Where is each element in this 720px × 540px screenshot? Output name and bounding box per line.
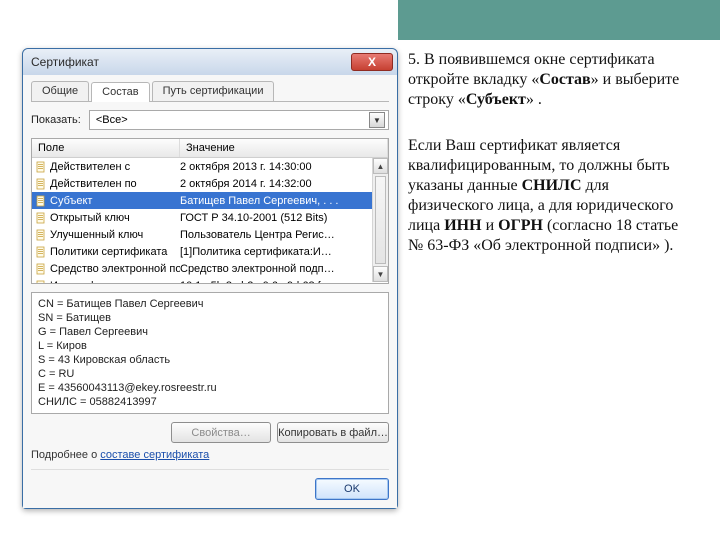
table-row[interactable]: Средство электронной по…Средство электро…	[32, 260, 372, 277]
table-row[interactable]: Улучшенный ключПользователь Центра Регис…	[32, 226, 372, 243]
learn-more-link[interactable]: составе сертификата	[100, 449, 209, 461]
tabstrip: Общие Состав Путь сертификации	[31, 81, 389, 102]
document-icon	[35, 178, 47, 190]
row-field: Улучшенный ключ	[50, 229, 180, 241]
listview-scrollbar[interactable]: ▲ ▼	[372, 158, 388, 282]
titlebar[interactable]: Сертификат X	[23, 49, 397, 75]
row-value: Средство электронной подп…	[180, 263, 372, 275]
document-icon	[35, 280, 47, 285]
field-listview[interactable]: Поле Значение Действителен с2 октября 20…	[31, 138, 389, 284]
row-value: 2 октября 2014 г. 14:32:00	[180, 178, 372, 190]
row-field: Идентификатор ключа су…	[50, 280, 180, 285]
row-value: [1]Политика сертификата:И…	[180, 246, 372, 258]
row-value: 10 1e 5b 8e b2 a0 6e 9d 68 fe…	[180, 280, 372, 285]
document-icon	[35, 195, 47, 207]
row-field: Действителен по	[50, 178, 180, 190]
instruction-text: 5. В появившемся окне сертификата открой…	[408, 40, 704, 519]
row-value: ГОСТ Р 34.10-2001 (512 Bits)	[180, 212, 372, 224]
window-title: Сертификат	[31, 55, 99, 69]
row-value: 2 октября 2013 г. 14:30:00	[180, 161, 372, 173]
table-row[interactable]: Действителен с2 октября 2013 г. 14:30:00	[32, 158, 372, 175]
table-row[interactable]: СубъектБатищев Павел Сергеевич, . . .	[32, 192, 372, 209]
row-field: Субъект	[50, 195, 180, 207]
scroll-up-icon[interactable]: ▲	[373, 158, 388, 174]
table-row[interactable]: Политики сертификата[1]Политика сертифик…	[32, 243, 372, 260]
table-row[interactable]: Открытый ключГОСТ Р 34.10-2001 (512 Bits…	[32, 209, 372, 226]
learn-more-row: Подробнее о составе сертификата	[31, 449, 389, 461]
tab-general[interactable]: Общие	[31, 81, 89, 101]
document-icon	[35, 246, 47, 258]
tab-details[interactable]: Состав	[91, 82, 149, 102]
copy-to-file-button[interactable]: Копировать в файл…	[277, 422, 389, 443]
row-field: Открытый ключ	[50, 212, 180, 224]
document-icon	[35, 263, 47, 275]
row-value: Пользователь Центра Регис…	[180, 229, 372, 241]
row-field: Средство электронной по…	[50, 263, 180, 275]
listview-header[interactable]: Поле Значение	[32, 139, 388, 158]
show-value: <Все>	[96, 114, 128, 126]
row-field: Политики сертификата	[50, 246, 180, 258]
document-icon	[35, 229, 47, 241]
properties-button[interactable]: Свойства…	[171, 422, 271, 443]
column-field[interactable]: Поле	[32, 139, 180, 157]
scroll-thumb[interactable]	[375, 176, 386, 264]
tab-certpath[interactable]: Путь сертификации	[152, 81, 275, 101]
row-field: Действителен с	[50, 161, 180, 173]
ok-button[interactable]: OK	[315, 478, 389, 500]
chevron-down-icon: ▼	[369, 112, 385, 128]
close-button[interactable]: X	[351, 53, 393, 71]
scroll-down-icon[interactable]: ▼	[373, 266, 388, 282]
column-value[interactable]: Значение	[180, 139, 388, 157]
row-value: Батищев Павел Сергеевич, . . .	[180, 195, 372, 207]
table-row[interactable]: Действителен по2 октября 2014 г. 14:32:0…	[32, 175, 372, 192]
document-icon	[35, 161, 47, 173]
close-icon: X	[368, 55, 376, 69]
certificate-window: Сертификат X Общие Состав Путь сертифика…	[22, 48, 398, 509]
show-dropdown[interactable]: <Все> ▼	[89, 110, 389, 130]
slide-topbar	[0, 0, 720, 40]
table-row[interactable]: Идентификатор ключа су…10 1e 5b 8e b2 a0…	[32, 277, 372, 284]
subject-detail-textarea[interactable]: CN = Батищев Павел Сергеевич SN = Батище…	[31, 292, 389, 414]
show-label: Показать:	[31, 114, 81, 126]
document-icon	[35, 212, 47, 224]
